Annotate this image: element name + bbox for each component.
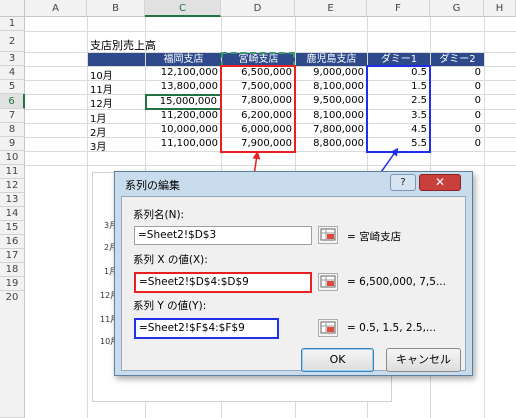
row-header-15[interactable]: 15 (0, 221, 25, 235)
sheet-title[interactable]: 支店別売上高 (90, 37, 210, 51)
column-header-c[interactable]: C (145, 0, 221, 17)
x-values-result: = 6,500,000, 7,5... (347, 276, 446, 288)
row-header-16[interactable]: 16 (0, 235, 25, 249)
cell-kagoshima[interactable]: 9,500,000 (296, 95, 367, 109)
dialog-body: 系列名(N): =Sheet2!$D$3 = 宮崎支店 系列 X の値(X): … (121, 196, 466, 372)
row-header-10[interactable]: 10 (0, 151, 25, 165)
column-header-e[interactable]: E (295, 0, 367, 17)
cell-fukuoka[interactable]: 11,100,000 (146, 138, 221, 151)
collapse-range-button[interactable] (318, 226, 338, 244)
edit-series-dialog: 系列の編集 ? ✕ 系列名(N): =Sheet2!$D$3 = 宮崎支店 系列… (114, 171, 473, 376)
cell-fukuoka[interactable]: 11,200,000 (146, 110, 221, 123)
row-header-13[interactable]: 13 (0, 193, 25, 207)
row-header-3[interactable]: 3 (0, 52, 25, 66)
row-header-6[interactable]: 6 (0, 94, 25, 109)
cell-fukuoka-active[interactable]: 15,000,000 (145, 94, 222, 110)
help-button[interactable]: ? (390, 174, 416, 191)
table-header-corner[interactable] (88, 53, 145, 66)
series-name-result: = 宮崎支店 (347, 231, 402, 243)
column-header-h[interactable]: H (484, 0, 516, 17)
row-header-14[interactable]: 14 (0, 207, 25, 221)
row-header-5[interactable]: 5 (0, 80, 25, 94)
row-header-2[interactable]: 2 (0, 31, 25, 52)
range-select-icon (320, 321, 336, 334)
row-header-17[interactable]: 17 (0, 249, 25, 263)
cell-month[interactable]: 11月 (90, 81, 144, 94)
row-header-11[interactable]: 11 (0, 165, 25, 179)
y-values-result: = 0.5, 1.5, 2.5,... (347, 322, 436, 334)
cell-dummy2[interactable]: 0 (431, 138, 484, 151)
row-header-18[interactable]: 18 (0, 263, 25, 277)
gridline (25, 31, 516, 32)
cell-kagoshima[interactable]: 8,100,000 (296, 110, 367, 123)
cell-month[interactable]: 10月 (90, 67, 144, 80)
cell-dummy2[interactable]: 0 (431, 67, 484, 80)
cell-fukuoka[interactable]: 12,100,000 (146, 67, 221, 80)
range-select-icon (320, 275, 336, 288)
cell-fukuoka[interactable]: 13,800,000 (146, 81, 221, 94)
column-header-f[interactable]: F (367, 0, 430, 17)
cancel-button[interactable]: キャンセル (386, 348, 461, 372)
cell-fukuoka[interactable]: 10,000,000 (146, 124, 221, 137)
cell-kagoshima[interactable]: 8,100,000 (296, 81, 367, 94)
row-header-12[interactable]: 12 (0, 179, 25, 193)
gridline (484, 17, 485, 418)
column-header-a[interactable]: A (25, 0, 87, 17)
table-header-fukuoka[interactable]: 福岡支店 (146, 53, 221, 66)
row-header-20[interactable]: 20 (0, 291, 25, 418)
y-values-label: 系列 Y の値(Y): (133, 300, 207, 312)
y-range-highlight (366, 65, 431, 153)
cell-dummy2[interactable]: 0 (431, 110, 484, 123)
series-name-label: 系列名(N): (133, 209, 185, 221)
table-header-dummy2[interactable]: ダミー2 (431, 53, 484, 66)
column-header-g[interactable]: G (430, 0, 484, 17)
x-range-highlight (220, 65, 296, 153)
row-header-4[interactable]: 4 (0, 66, 25, 80)
cell-dummy2[interactable]: 0 (431, 124, 484, 137)
cell-month[interactable]: 3月 (90, 138, 144, 151)
collapse-range-button[interactable] (318, 319, 338, 337)
cell-kagoshima[interactable]: 9,000,000 (296, 67, 367, 80)
column-header-d[interactable]: D (221, 0, 295, 17)
row-header-8[interactable]: 8 (0, 123, 25, 137)
ok-button[interactable]: OK (301, 348, 374, 372)
column-header-b[interactable]: B (87, 0, 145, 17)
y-values-field[interactable]: =Sheet2!$F$4:$F$9 (134, 318, 279, 339)
row-header-1[interactable]: 1 (0, 17, 25, 31)
gridline (25, 165, 516, 166)
cell-month[interactable]: 2月 (90, 124, 144, 137)
cell-dummy2[interactable]: 0 (431, 81, 484, 94)
close-button[interactable]: ✕ (419, 174, 461, 191)
cell-month[interactable]: 12月 (90, 95, 144, 109)
gridline (87, 17, 88, 418)
row-header-9[interactable]: 9 (0, 137, 25, 151)
series-name-field[interactable]: =Sheet2!$D$3 (134, 226, 312, 245)
table-header-kagoshima[interactable]: 鹿児島支店 (296, 53, 367, 66)
select-all-corner[interactable] (0, 0, 25, 17)
collapse-range-button[interactable] (318, 273, 338, 291)
x-values-field[interactable]: =Sheet2!$D$4:$D$9 (134, 272, 312, 293)
row-header-19[interactable]: 19 (0, 277, 25, 291)
cell-dummy2[interactable]: 0 (431, 95, 484, 109)
cell-kagoshima[interactable]: 8,800,000 (296, 138, 367, 151)
cell-kagoshima[interactable]: 7,800,000 (296, 124, 367, 137)
range-select-icon (320, 228, 336, 241)
cell-month[interactable]: 1月 (90, 110, 144, 123)
x-values-label: 系列 X の値(X): (133, 254, 208, 266)
row-header-7[interactable]: 7 (0, 109, 25, 123)
dialog-title: 系列の編集 (125, 179, 180, 192)
